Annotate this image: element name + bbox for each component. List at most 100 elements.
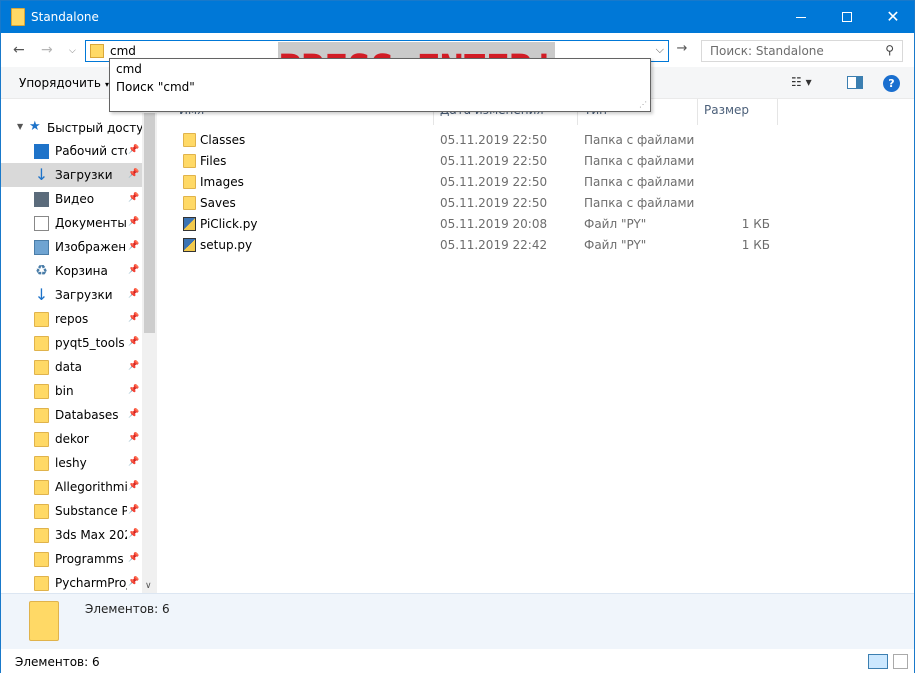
autocomplete-item[interactable]: cmd <box>116 62 142 76</box>
resize-grip-icon[interactable]: ⋰ <box>639 100 647 109</box>
sidebar-item-label: pyqt5_tools <box>55 336 125 350</box>
maximize-button[interactable] <box>824 1 870 33</box>
title-bar[interactable]: Standalone ✕ <box>1 1 914 33</box>
python-file-icon <box>183 238 196 252</box>
sidebar-item-label: Рабочий стол <box>55 144 127 158</box>
back-button[interactable]: ← <box>13 42 25 58</box>
file-row[interactable]: Classes 05.11.2019 22:50 Папка с файлами <box>177 130 777 151</box>
downloads-icon: ↓ <box>34 285 49 304</box>
sidebar-item-label: Документы <box>55 216 127 230</box>
file-row[interactable]: Images 05.11.2019 22:50 Папка с файлами <box>177 172 777 193</box>
python-file-icon <box>183 217 196 231</box>
file-row[interactable]: setup.py 05.11.2019 22:42 Файл "PY" 1 КБ <box>177 235 777 256</box>
sidebar-item[interactable]: Рабочий стол📌 <box>1 139 142 163</box>
help-button[interactable]: ? <box>883 75 900 92</box>
status-bar: Элементов: 6 <box>1 649 914 673</box>
file-row[interactable]: PiClick.py 05.11.2019 20:08 Файл "PY" 1 КБ <box>177 214 777 235</box>
sidebar-item[interactable]: Databases 📌 <box>1 403 142 427</box>
folder-icon <box>34 480 49 495</box>
file-row[interactable]: Saves 05.11.2019 22:50 Папка с файлами <box>177 193 777 214</box>
sidebar-item[interactable]: Allegorithmic 📌 <box>1 475 142 499</box>
sidebar-item-label: PycharmProjects <box>55 576 127 590</box>
minimize-button[interactable] <box>778 1 824 33</box>
sidebar-item-label: Загрузки <box>55 168 113 182</box>
close-button[interactable]: ✕ <box>870 1 915 33</box>
status-item-count: Элементов: 6 <box>15 655 100 669</box>
sidebar-item[interactable]: ↓ Загрузки 📌 <box>1 283 142 307</box>
folder-icon <box>183 154 196 168</box>
file-date: 05.11.2019 22:42 <box>440 238 548 252</box>
large-icons-view-button[interactable] <box>893 654 908 669</box>
pin-icon: 📌 <box>128 481 140 491</box>
file-name: PiClick.py <box>200 217 258 231</box>
sidebar-item-label: Видео <box>55 192 95 206</box>
sidebar-item[interactable]: ↓ Загрузки 📌 <box>1 163 142 187</box>
sidebar-scrollbar[interactable]: ∨ <box>142 113 157 593</box>
details-view-button[interactable] <box>868 654 888 669</box>
folder-icon <box>11 8 25 26</box>
folder-icon <box>34 552 49 567</box>
file-name: Saves <box>200 196 236 210</box>
folder-icon <box>34 312 49 327</box>
sidebar-item-label: Databases <box>55 408 119 422</box>
file-row[interactable]: Files 05.11.2019 22:50 Папка с файлами <box>177 151 777 172</box>
sidebar-item[interactable]: ♻ Корзина 📌 <box>1 259 142 283</box>
sidebar-item[interactable]: PycharmProjects📌 <box>1 571 142 595</box>
folder-icon <box>183 175 196 189</box>
address-autocomplete: cmd Поиск "cmd" ⋰ <box>109 58 651 112</box>
sidebar-item[interactable]: data 📌 <box>1 355 142 379</box>
sidebar-item[interactable]: bin 📌 <box>1 379 142 403</box>
scrollbar-thumb[interactable] <box>144 113 155 333</box>
folder-icon <box>34 456 49 471</box>
search-box[interactable]: Поиск: Standalone ⚲ <box>701 40 903 62</box>
file-date: 05.11.2019 22:50 <box>440 175 548 189</box>
navigation-pane: ▼ ★ Быстрый доступ Рабочий стол📌↓Загрузк… <box>1 113 157 593</box>
sidebar-item[interactable]: Документы 📌 <box>1 211 142 235</box>
sidebar-item-label: dekor <box>55 432 89 446</box>
address-input[interactable]: cmd <box>110 44 136 58</box>
column-divider[interactable] <box>697 99 698 125</box>
sidebar-item[interactable]: repos 📌 <box>1 307 142 331</box>
sidebar-item[interactable]: Substance Painter📌 <box>1 499 142 523</box>
folder-icon <box>34 408 49 423</box>
pin-icon: 📌 <box>128 337 140 347</box>
file-type: Файл "PY" <box>584 217 647 231</box>
maximize-icon <box>842 12 852 22</box>
sidebar-item-quick-access[interactable]: ▼ ★ Быстрый доступ <box>1 115 151 139</box>
change-view-button[interactable]: ☷ ▾ <box>791 75 812 89</box>
column-divider[interactable] <box>777 99 778 125</box>
scroll-down-arrow-icon[interactable]: ∨ <box>145 581 152 591</box>
forward-button[interactable]: → <box>41 42 53 58</box>
sidebar-item[interactable]: Programms 📌 <box>1 547 142 571</box>
column-header-size[interactable]: Размер <box>704 103 749 125</box>
go-button[interactable]: → <box>673 41 691 61</box>
search-input[interactable]: Поиск: Standalone <box>710 44 824 58</box>
autocomplete-item[interactable]: Поиск "cmd" <box>116 80 195 94</box>
organize-button[interactable]: Упорядочить ▾ <box>19 76 109 90</box>
preview-pane-button[interactable] <box>847 76 863 89</box>
pin-icon: 📌 <box>128 409 140 419</box>
file-name: setup.py <box>200 238 253 252</box>
sidebar-item-label: 3ds Max 2020 <box>55 528 127 542</box>
file-name: Images <box>200 175 244 189</box>
window-title: Standalone <box>31 10 99 24</box>
pin-icon: 📌 <box>128 457 140 467</box>
sidebar-item[interactable]: Изображения📌 <box>1 235 142 259</box>
recent-locations-button[interactable]: ⌵ <box>69 46 76 56</box>
folder-icon <box>34 576 49 591</box>
sidebar-item-label: leshy <box>55 456 87 470</box>
sidebar-item[interactable]: pyqt5_tools 📌 <box>1 331 142 355</box>
sidebar-item[interactable]: Видео 📌 <box>1 187 142 211</box>
pin-icon: 📌 <box>128 505 140 515</box>
pin-icon: 📌 <box>128 289 140 299</box>
sidebar-item[interactable]: leshy 📌 <box>1 451 142 475</box>
close-icon: ✕ <box>886 7 900 26</box>
sidebar-item[interactable]: 3ds Max 2020📌 <box>1 523 142 547</box>
chevron-down-icon[interactable]: ▼ <box>17 122 23 131</box>
downloads-icon: ↓ <box>34 165 49 184</box>
chevron-down-icon[interactable]: ⌵ <box>656 43 664 57</box>
pin-icon: 📌 <box>128 241 140 251</box>
pin-icon: 📌 <box>128 265 140 275</box>
star-icon: ★ <box>29 119 41 134</box>
sidebar-item[interactable]: dekor 📌 <box>1 427 142 451</box>
